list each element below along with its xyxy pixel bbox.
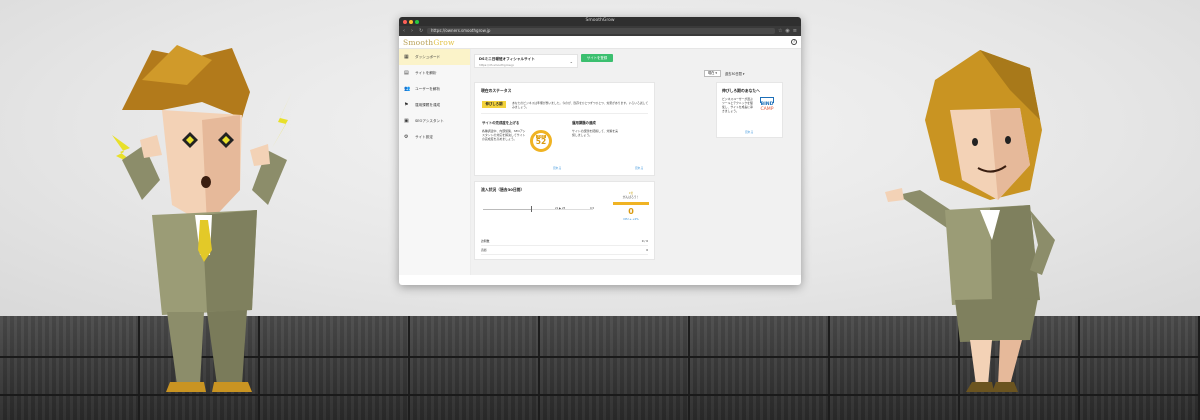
browser-window: SmoothGrow ‹ › ↻ https://owners.smoothgr… [399, 17, 801, 285]
settings-icon: ⚙ [404, 134, 409, 140]
flag-icon: ⚑ [404, 102, 409, 108]
chevron-down-icon: ⌄ [569, 59, 573, 64]
sidebar-item-settings[interactable]: ⚙ サイト設定 [399, 129, 470, 145]
register-site-button[interactable]: サイトを登録 [581, 54, 613, 62]
traffic-slider-fill [483, 209, 531, 210]
sidebar-item-label: ユーザーを解析 [415, 86, 441, 91]
bindcamp-logo[interactable]: BIND CAMP [755, 96, 779, 118]
growth-card-title: 伸びしろ期のあなたへ [722, 88, 760, 93]
rank-message: がんばろう！ [622, 195, 640, 199]
seo-icon: ▣ [404, 118, 409, 124]
status-card-title: 現在のステータス [481, 88, 512, 93]
traffic-card: 流入状況（過去30日間） 21 ▶ 25 0.5 1位 がんばろう！ 0 CPU… [474, 181, 655, 260]
rank-bar [613, 202, 649, 205]
points-value: 0 [628, 207, 634, 216]
extension-icon[interactable]: ◉ [785, 28, 789, 34]
completion-more-link[interactable]: 見れる [553, 166, 561, 170]
pointing-woman-illustration [885, 50, 1055, 392]
completion-score-gauge: 完成度 52 [530, 130, 552, 152]
table-row: 直帰 0 [481, 247, 648, 255]
completion-title: サイトの完成度を上げる [482, 121, 520, 125]
help-icon[interactable]: ? [791, 39, 797, 45]
back-icon[interactable]: ‹ [403, 28, 408, 34]
app-header: SmoothGrow ? [399, 36, 801, 49]
growth-more-link[interactable]: 見れる [745, 130, 753, 134]
sidebar-item-analytics[interactable]: ▤ サイトを解析 [399, 65, 470, 81]
traffic-slider-handle[interactable] [531, 206, 532, 212]
dashboard-icon: ▦ [404, 54, 409, 60]
status-description: あなたのビジネスは準備が整いました。今のが、既存をひとつずつひとつ、効果がありま… [512, 101, 649, 109]
analytics-icon: ▤ [404, 70, 409, 76]
sidebar-item-label: サイト設定 [415, 134, 433, 139]
stage-badge: 伸びしろ期 [482, 101, 506, 108]
main-content: DSミニ日報班オフィシャルサイト https://dh.smoothgrow.j… [471, 49, 801, 275]
smoothgrow-logo[interactable]: SmoothGrow [403, 38, 455, 47]
tasks-title: 運用課題の達成 [572, 121, 596, 125]
sidebar: ▦ ダッシュボード ▤ サイトを解析 👥 ユーザーを解析 ⚑ 運用課題を達成 ▣ SEOアシスタン… [399, 49, 471, 275]
divider [481, 113, 648, 114]
reload-icon[interactable]: ↻ [419, 28, 424, 34]
browser-address-bar: ‹ › ↻ https://owners.smoothgrow.jp ☆ ◉ ≡ [399, 26, 801, 36]
cpu-change: CPU ➜ +0% [623, 218, 639, 221]
tasks-description: サイトの課題を把握して、対策を実施しましょう。 [572, 129, 619, 137]
window-title: SmoothGrow [585, 18, 615, 23]
menu-icon[interactable]: ≡ [793, 28, 797, 34]
growth-tips-card: 伸びしろ期のあなたへ ビジネスユーザーが選ぶツールとテクニックを駆使し、サイトを… [716, 82, 783, 138]
sidebar-item-seo[interactable]: ▣ SEOアシスタント [399, 113, 470, 129]
growth-description: ビジネスユーザーが選ぶツールとテクニックを駆使し、サイトを成長に導きましょう。 [722, 97, 753, 113]
period-select[interactable]: 過去30日間 ▾ [725, 71, 744, 76]
sidebar-item-label: サイトを解析 [415, 70, 437, 75]
table-row: 訪問数 0 / 0 [481, 238, 648, 246]
users-icon: 👥 [404, 86, 411, 92]
site-name: DSミニ日報班オフィシャルサイト [479, 57, 535, 61]
ranking-panel: 1位 がんばろう！ 0 CPU ➜ +0% [612, 189, 650, 234]
slider-label-2: 0.5 [590, 207, 595, 210]
sidebar-item-label: SEOアシスタント [415, 118, 444, 123]
tasks-more-link[interactable]: 見れる [635, 166, 643, 170]
filter-select[interactable]: 現在 ▾ [704, 70, 721, 77]
slider-label-1: 21 ▶ 25 [555, 207, 566, 210]
sidebar-item-label: ダッシュボード [415, 54, 441, 59]
sidebar-item-dashboard[interactable]: ▦ ダッシュボード [399, 49, 470, 65]
url-field[interactable]: https://owners.smoothgrow.jp [427, 28, 775, 34]
site-url: https://dh.smoothgrow.jp [479, 63, 514, 67]
sidebar-item-label: 運用課題を達成 [415, 102, 441, 107]
completion-description: 各種調査中、内部施策、SEOアシスタントの対応を解決してサイトの完成度を高めまし… [482, 129, 526, 141]
confused-man-illustration [112, 45, 292, 392]
browser-titlebar: SmoothGrow [399, 17, 801, 26]
bookmark-icon[interactable]: ☆ [778, 28, 782, 34]
status-card: 現在のステータス 伸びしろ期 あなたのビジネスは準備が整いました。今のが、既存を… [474, 82, 655, 176]
forward-icon[interactable]: › [411, 28, 416, 34]
sidebar-item-users[interactable]: 👥 ユーザーを解析 [399, 81, 470, 97]
site-selector[interactable]: DSミニ日報班オフィシャルサイト https://dh.smoothgrow.j… [474, 54, 578, 68]
sidebar-item-flag[interactable]: ⚑ 運用課題を達成 [399, 97, 470, 113]
score-value: 52 [535, 137, 547, 146]
